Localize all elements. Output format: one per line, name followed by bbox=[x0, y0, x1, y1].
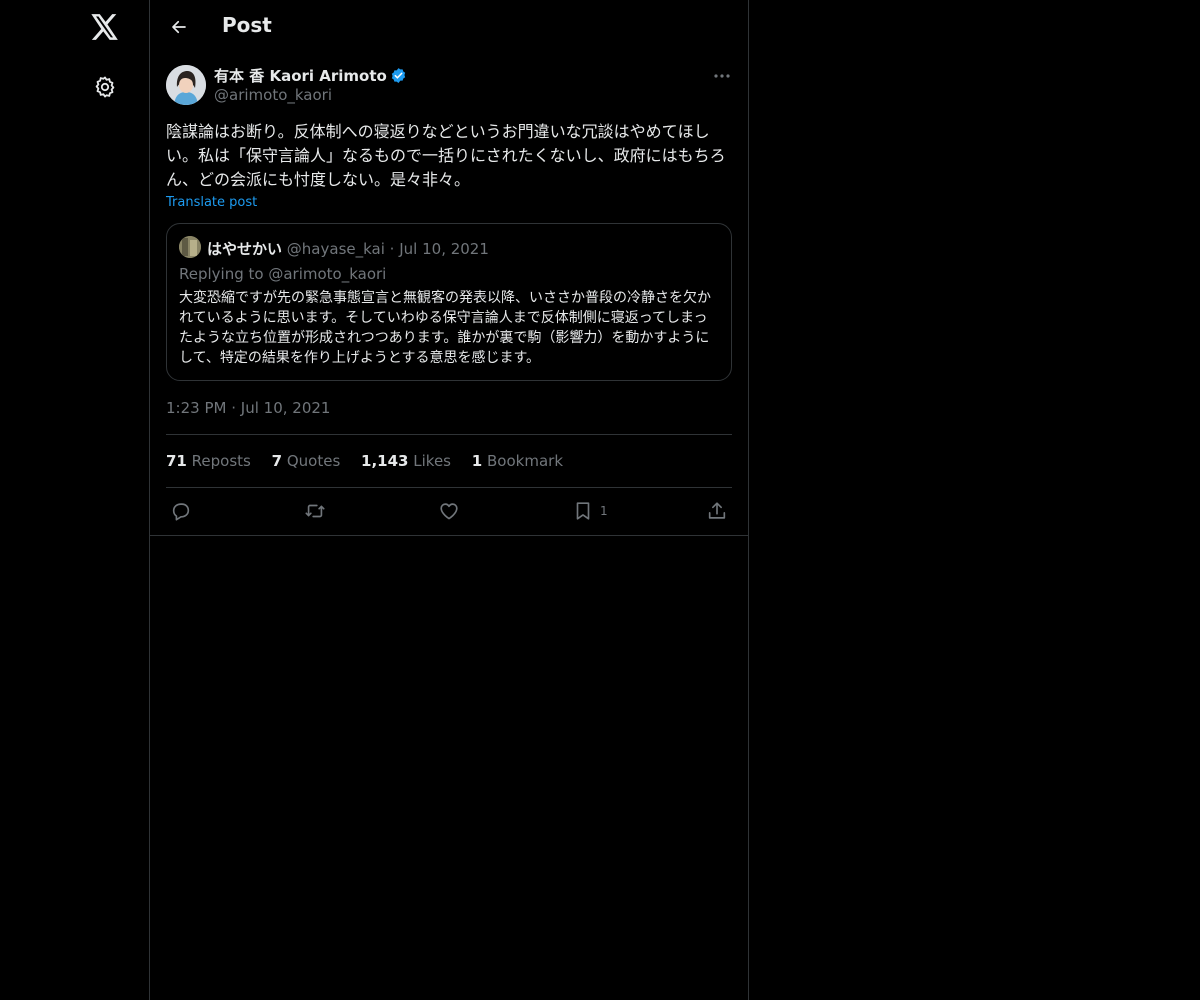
post-text: 陰謀論はお断り。反体制への寝返りなどというお門違いな冗談はやめてほしい。私は「保… bbox=[166, 122, 726, 189]
quotes-label: Quotes bbox=[286, 452, 341, 470]
separator-dot: · bbox=[231, 399, 241, 417]
bookmark-button[interactable]: 1 bbox=[572, 499, 608, 523]
action-bar: 1 bbox=[166, 499, 732, 523]
bookmarks-stat[interactable]: 1 Bookmark bbox=[472, 452, 563, 470]
author-name-text: 有本 香 Kaori Arimoto bbox=[214, 67, 387, 85]
post-time[interactable]: 1:23 PM bbox=[166, 399, 226, 417]
share-button[interactable] bbox=[706, 499, 728, 523]
post-date[interactable]: Jul 10, 2021 bbox=[241, 399, 331, 417]
quotes-stat[interactable]: 7 Quotes bbox=[272, 452, 341, 470]
reply-button[interactable] bbox=[170, 499, 192, 523]
verified-badge-icon bbox=[390, 67, 407, 88]
bookmark-count: 1 bbox=[600, 504, 608, 518]
bookmarks-count: 1 bbox=[471, 452, 483, 470]
author-handle[interactable]: @arimoto_kaori bbox=[214, 86, 332, 104]
more-button[interactable] bbox=[710, 66, 734, 86]
quoted-post[interactable]: はやせかい @hayase_kai · Jul 10, 2021 Replyin… bbox=[166, 223, 732, 381]
repost-button[interactable] bbox=[303, 499, 327, 523]
author-name[interactable]: 有本 香 Kaori Arimoto bbox=[214, 65, 407, 88]
post-timestamp: 1:23 PM · Jul 10, 2021 bbox=[166, 399, 330, 417]
main-column: Post 有本 香 Kaori Arimoto @arimoto_kaori 陰… bbox=[150, 0, 749, 1000]
page-title: Post bbox=[222, 13, 272, 37]
quoted-avatar[interactable] bbox=[179, 236, 201, 258]
like-icon bbox=[440, 503, 458, 520]
quoted-replying-to: Replying to @arimoto_kaori bbox=[179, 265, 387, 283]
back-arrow-icon bbox=[172, 20, 186, 34]
gear-icon[interactable] bbox=[90, 72, 120, 102]
more-icon bbox=[714, 74, 730, 78]
back-button[interactable] bbox=[164, 12, 194, 42]
quoted-author-handle[interactable]: @hayase_kai bbox=[287, 240, 385, 258]
reposts-stat[interactable]: 71 Reposts bbox=[166, 452, 251, 470]
quoted-text: 大変恐縮ですが先の緊急事態宣言と無観客の発表以降、いささか普段の冷静さを欠かれて… bbox=[179, 290, 711, 366]
divider bbox=[166, 434, 732, 435]
quoted-author-name[interactable]: はやせかい bbox=[207, 240, 282, 258]
quotes-count: 7 bbox=[271, 452, 283, 470]
reposts-count: 71 bbox=[166, 452, 187, 470]
header: Post bbox=[150, 0, 748, 54]
separator-dot: · bbox=[389, 240, 395, 258]
share-icon bbox=[708, 502, 726, 519]
repost-icon bbox=[305, 504, 325, 518]
likes-stat[interactable]: 1,143 Likes bbox=[361, 452, 451, 470]
avatar[interactable] bbox=[166, 65, 206, 105]
likes-label: Likes bbox=[413, 452, 452, 470]
divider bbox=[166, 487, 732, 488]
reposts-label: Reposts bbox=[191, 452, 251, 470]
quoted-header: はやせかい @hayase_kai · Jul 10, 2021 bbox=[207, 238, 489, 259]
like-button[interactable] bbox=[438, 499, 460, 523]
left-nav bbox=[0, 0, 150, 1000]
post-stats: 71 Reposts 7 Quotes 1,143 Likes 1 Bookma… bbox=[166, 452, 579, 470]
bookmark-icon bbox=[576, 502, 590, 520]
x-logo-icon[interactable] bbox=[86, 8, 124, 46]
translate-post-link[interactable]: Translate post bbox=[166, 195, 257, 210]
likes-count: 1,143 bbox=[361, 452, 409, 470]
bookmarks-label: Bookmark bbox=[487, 452, 564, 470]
divider bbox=[150, 535, 748, 536]
quoted-date: Jul 10, 2021 bbox=[399, 240, 489, 258]
page: Post 有本 香 Kaori Arimoto @arimoto_kaori 陰… bbox=[0, 0, 1200, 1000]
reply-icon bbox=[172, 503, 190, 521]
